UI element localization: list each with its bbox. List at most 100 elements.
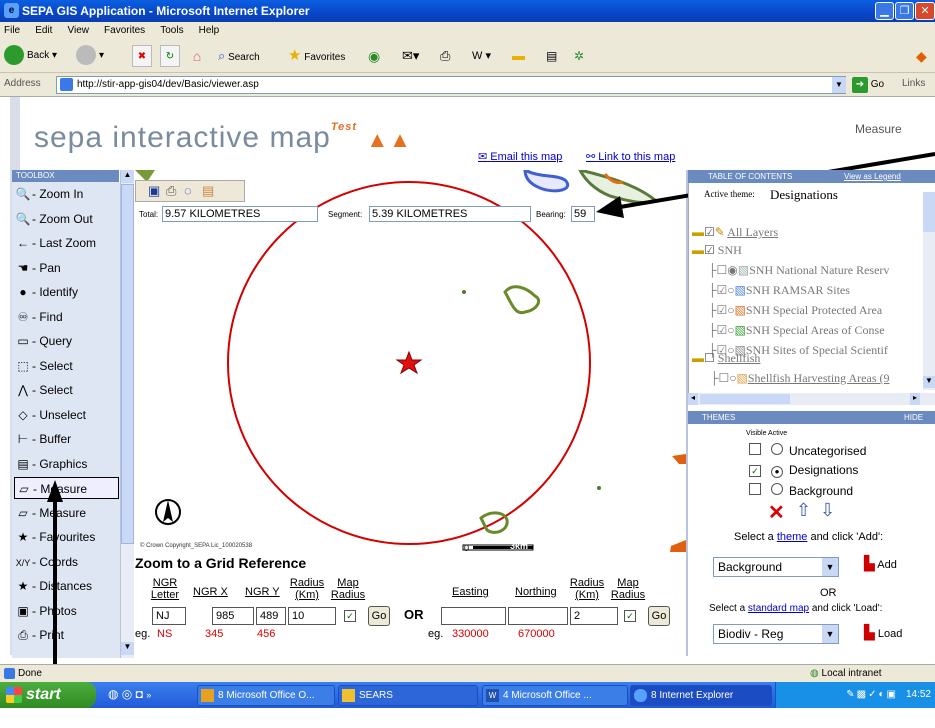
task-ie[interactable]: 8 Internet Explorer	[630, 685, 772, 706]
radius-input[interactable]: 10	[288, 607, 336, 625]
maximize-button[interactable]: ❐	[895, 2, 914, 20]
address-input[interactable]: http://stir-app-gis04/dev/Basic/viewer.a…	[56, 76, 846, 94]
tool-photos[interactable]: ▣ - Photos	[14, 600, 119, 622]
toc-layer-item[interactable]: ├☐◉▧SNH National Nature Reserv	[708, 263, 889, 278]
standard-map-link[interactable]: standard map	[748, 603, 809, 614]
back-button[interactable]: Back ▾	[4, 45, 57, 67]
export-icon[interactable]: ▤	[202, 183, 214, 199]
theme-active-radio[interactable]	[771, 483, 783, 495]
messenger-icon[interactable]: ✲	[574, 45, 584, 67]
toc-snh-group[interactable]: ▬☑ SNH	[692, 243, 742, 258]
tool-buffer[interactable]: ⊢ - Buffer	[14, 428, 119, 450]
move-up-icon[interactable]: ⇧	[796, 500, 811, 521]
theme-row[interactable]: Uncategorised	[749, 443, 866, 458]
task-office[interactable]: W4 Microsoft Office ...	[482, 685, 628, 706]
layer-checkbox[interactable]: ☑	[717, 323, 728, 337]
go-button-en[interactable]: Go	[648, 606, 670, 626]
remove-theme-icon[interactable]: ✕	[768, 500, 785, 525]
toc-vscrollbar[interactable]: ▼	[923, 192, 935, 390]
tray-icons[interactable]: ✎▩✓◐▣	[846, 689, 898, 700]
tool-unselect[interactable]: ◇ - Unselect	[14, 404, 119, 426]
theme-row[interactable]: ✓ ● Designations	[749, 463, 858, 478]
segment-distance-field[interactable]: 5.39 KILOMETRES	[369, 206, 531, 222]
layer-radio[interactable]: ○	[727, 303, 734, 317]
print-icon[interactable]: ⎙	[440, 45, 450, 67]
toc-shellfish-layer[interactable]: ├☐○▧Shellfish Harvesting Areas (9	[710, 371, 890, 386]
start-button[interactable]: start	[0, 682, 96, 708]
menu-tools[interactable]: Tools	[160, 25, 183, 36]
map-radius2-checkbox[interactable]: ✓	[624, 610, 636, 622]
home-icon[interactable]: ⌂	[186, 45, 208, 67]
total-distance-field[interactable]: 9.57 KILOMETRES	[162, 206, 318, 222]
history-icon[interactable]: ◉	[368, 45, 380, 67]
layer-checkbox[interactable]: ☑	[717, 303, 728, 317]
quicklaunch-icons[interactable]: ◍ ◎ ◘ »	[108, 687, 151, 701]
toc-scroll-thumb[interactable]	[923, 192, 935, 232]
toc-scroll-left-icon[interactable]: ◂	[688, 393, 698, 405]
tool-lastzoom[interactable]: ← - Last Zoom	[14, 232, 119, 254]
refresh-icon[interactable]: ↻	[160, 45, 180, 67]
stop-icon[interactable]: ✖	[132, 45, 152, 67]
theme-active-radio[interactable]: ●	[771, 466, 783, 478]
toolbox-scrollbar[interactable]: ▲ ▼	[120, 170, 134, 658]
menu-view[interactable]: View	[67, 25, 89, 36]
toc-all-layers[interactable]: ▬☑✎ All Layers	[692, 225, 778, 240]
scroll-thumb[interactable]	[121, 184, 134, 544]
tool-pan[interactable]: ☚ - Pan	[14, 257, 119, 279]
address-dropdown-icon[interactable]: ▼	[832, 77, 846, 93]
hide-themes-link[interactable]: HIDE	[904, 411, 923, 424]
favorites-button[interactable]: ★ Favorites	[288, 45, 345, 67]
menu-help[interactable]: Help	[199, 25, 220, 36]
theme-link[interactable]: theme	[777, 531, 808, 543]
theme-visible-checkbox[interactable]	[749, 483, 761, 495]
tool-graphics[interactable]: ▤ - Graphics	[14, 453, 119, 475]
tool-identify[interactable]: ● - Identify	[14, 281, 119, 303]
toc-hscroll-thumb[interactable]	[700, 394, 790, 404]
easting-input[interactable]	[441, 607, 506, 625]
toc-toggle-icon[interactable]	[676, 171, 686, 181]
theme-row[interactable]: Background	[749, 483, 853, 498]
tool-distances[interactable]: ★ - Distances	[14, 575, 119, 597]
go-button[interactable]: ➔ Go	[852, 76, 884, 94]
close-button[interactable]: ✕	[915, 2, 935, 20]
menu-edit[interactable]: Edit	[35, 25, 52, 36]
task-outlook[interactable]: 8 Microsoft Office O...	[197, 685, 335, 706]
task-sears[interactable]: SEARS	[338, 685, 478, 706]
minimize-button[interactable]: ▁	[875, 2, 894, 20]
theme-active-radio[interactable]	[771, 443, 783, 455]
layer-checkbox[interactable]: ☐	[717, 263, 728, 277]
edit-word-icon[interactable]: W ▾	[472, 45, 491, 67]
toc-scroll-right-icon[interactable]: ▸	[910, 393, 920, 405]
links-label[interactable]: Links	[902, 78, 925, 89]
layer-radio[interactable]: ○	[727, 323, 734, 337]
tool-select[interactable]: ⋀ - Select	[14, 379, 119, 401]
tool-query[interactable]: ▭ - Query	[14, 330, 119, 352]
search-button[interactable]: ⌕ Search	[218, 45, 260, 67]
move-down-icon[interactable]: ⇩	[820, 500, 835, 521]
toc-hscrollbar[interactable]: ◂ ▸	[688, 393, 935, 405]
forward-button[interactable]: ▾	[76, 45, 104, 67]
toc-shellfish-group[interactable]: ▬☐ Shellfish	[692, 351, 760, 366]
add-button[interactable]: ▙ Add	[864, 555, 897, 572]
toc-layer-item[interactable]: ├☑○▧SNH Special Protected Area	[708, 303, 882, 318]
ngr-letter-input[interactable]: NJ	[152, 607, 186, 625]
tool-coords[interactable]: X/Y - Coords	[14, 551, 119, 573]
tool-zoomin[interactable]: 🔍 - Zoom In	[14, 183, 119, 205]
theme-select[interactable]: Background ▼	[713, 557, 839, 577]
toc-layer-item[interactable]: ├☑○▧SNH Special Areas of Conse	[708, 323, 885, 338]
ngr-x-input[interactable]: 985	[212, 607, 254, 625]
print-icon[interactable]: ⎙	[166, 183, 176, 199]
email-map-link[interactable]: ✉ Email this map	[478, 150, 562, 163]
clear-icon[interactable]: ◌	[184, 183, 192, 198]
layer-radio[interactable]: ◉	[727, 263, 737, 277]
layer-radio[interactable]: ○	[727, 283, 734, 297]
layer-checkbox[interactable]: ☑	[717, 283, 728, 297]
theme-visible-checkbox[interactable]	[749, 443, 761, 455]
tool-zoomout[interactable]: 🔍 - Zoom Out	[14, 208, 119, 230]
load-button[interactable]: ▙ Load	[864, 624, 902, 641]
window-titlebar[interactable]: e SEPA GIS Application - Microsoft Inter…	[0, 0, 935, 22]
northing-input[interactable]	[508, 607, 568, 625]
map-radius-checkbox[interactable]: ✓	[344, 610, 356, 622]
toc-layer-item[interactable]: ├☑○▧SNH RAMSAR Sites	[708, 283, 850, 298]
menu-favorites[interactable]: Favorites	[104, 25, 145, 36]
